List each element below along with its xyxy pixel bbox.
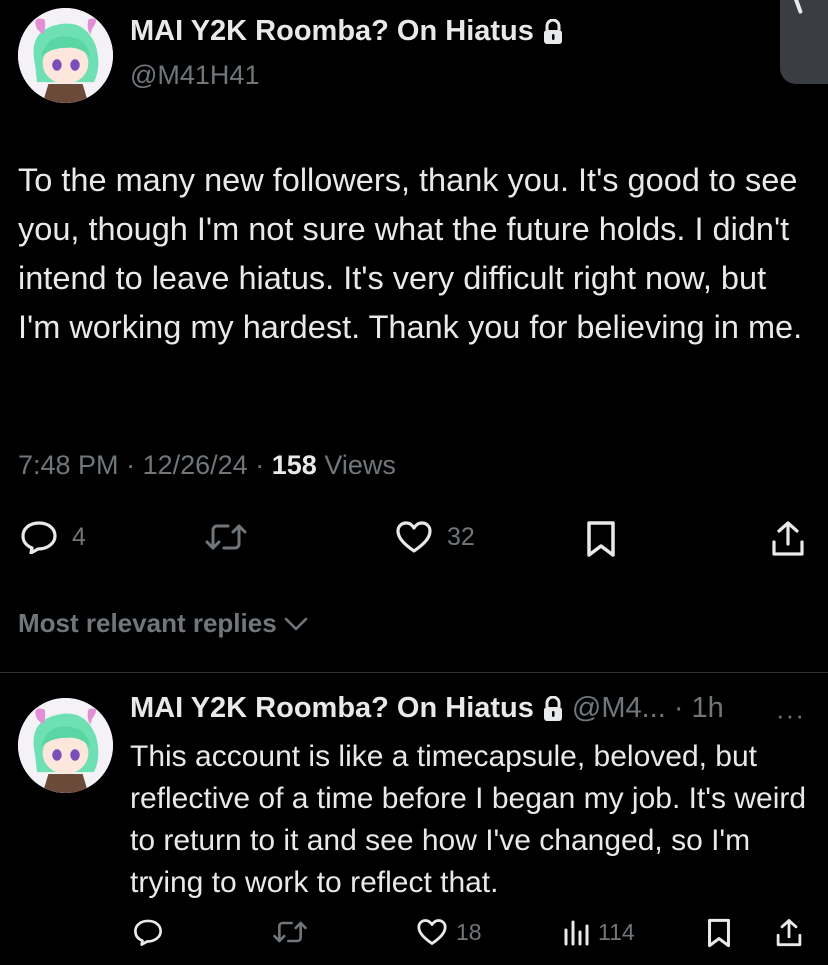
reply-views-count: 114 xyxy=(598,918,635,945)
reply-text: This account is like a timecapsule, belo… xyxy=(130,740,807,899)
heart-icon xyxy=(396,521,432,553)
reply-icon xyxy=(21,521,57,554)
reply-author-avatar[interactable] xyxy=(18,698,113,793)
reply-actions: 18 114 xyxy=(0,918,828,954)
reply-bookmark-button[interactable] xyxy=(706,918,732,948)
bookmark-icon xyxy=(587,521,615,557)
like-button[interactable]: 32 xyxy=(395,520,475,554)
lock-icon xyxy=(543,695,562,721)
views-icon xyxy=(564,920,589,946)
meta-separator: · xyxy=(255,450,265,480)
reply-repost-button[interactable] xyxy=(272,918,316,946)
like-count: 32 xyxy=(447,522,475,551)
author-name[interactable]: MAI Y2K Roomba? On Hiatus xyxy=(130,15,564,48)
post-time[interactable]: 7:48 PM xyxy=(18,450,119,480)
heart-icon xyxy=(417,919,447,945)
reply-like-button[interactable]: 18 xyxy=(416,918,482,946)
author-name-text[interactable]: MAI Y2K Roomba? On Hiatus xyxy=(130,15,534,48)
repost-icon xyxy=(273,921,307,943)
reply-author-name[interactable]: MAI Y2K Roomba? On Hiatus xyxy=(130,692,534,725)
author-handle[interactable]: @M41H41 xyxy=(130,60,259,91)
post-meta: 7:48 PM · 12/26/24 · 158 Views xyxy=(18,450,396,481)
author-avatar[interactable] xyxy=(18,8,113,103)
overlay-glyph xyxy=(793,0,803,15)
views-count: 158 xyxy=(271,450,317,480)
overlay-card xyxy=(780,0,828,84)
more-options-icon[interactable]: ··· xyxy=(776,700,805,731)
replies-sort-label: Most relevant replies xyxy=(18,608,277,638)
views-label: Views xyxy=(324,450,396,480)
bookmark-icon xyxy=(708,918,730,948)
replies-sort-dropdown[interactable]: Most relevant replies xyxy=(18,608,309,639)
divider xyxy=(0,672,828,673)
reply-count: 4 xyxy=(72,522,86,551)
share-button[interactable] xyxy=(770,520,806,558)
chevron-down-icon xyxy=(284,617,307,630)
post-date[interactable]: 12/26/24 xyxy=(143,450,248,480)
share-icon xyxy=(772,521,804,556)
reply-button[interactable]: 4 xyxy=(20,520,86,554)
post-actions: 4 32 xyxy=(0,520,828,560)
post-text: To the many new followers, thank you. It… xyxy=(18,162,803,345)
share-icon xyxy=(776,919,802,947)
meta-separator: · xyxy=(126,450,136,480)
reply-like-count: 18 xyxy=(456,918,482,945)
repost-icon xyxy=(205,524,247,550)
lock-icon xyxy=(543,18,562,44)
reply-handle-time[interactable]: @M4... · 1h xyxy=(572,692,724,725)
reply-icon xyxy=(134,919,162,946)
reply-share-button[interactable] xyxy=(775,918,803,948)
reply-views-button[interactable]: 114 xyxy=(562,918,635,946)
bookmark-button[interactable] xyxy=(585,520,617,558)
reply-header: MAI Y2K Roomba? On Hiatus @M4... · 1h xyxy=(130,692,724,725)
reply-reply-button[interactable] xyxy=(133,918,171,946)
repost-button[interactable] xyxy=(204,520,262,554)
